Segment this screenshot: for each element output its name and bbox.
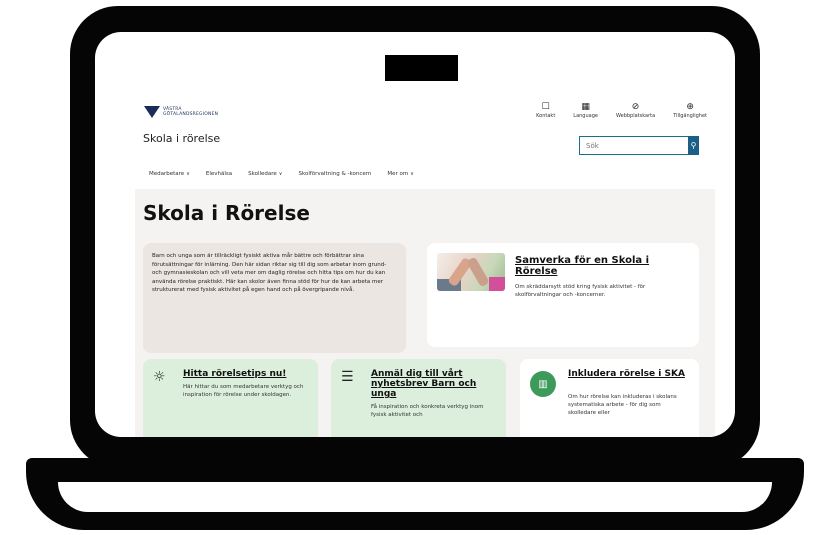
logo-mark-icon	[144, 106, 160, 118]
card-ska[interactable]: ▥ Inkludera rörelse i SKA Om hur rörelse…	[520, 359, 699, 437]
feature-card[interactable]: Samverka för en Skola i Rörelse Om skräd…	[427, 243, 699, 347]
card-nyhetsbrev[interactable]: ☰ Anmäl dig till vårt nyhetsbrev Barn oc…	[331, 359, 506, 437]
site-title[interactable]: Skola i rörelse	[143, 132, 220, 145]
logo-text-line-2: GÖTALANDSREGIONEN	[163, 112, 219, 117]
chevron-down-icon: ∨	[186, 171, 190, 177]
vgr-logo[interactable]: VÄSTRA GÖTALANDSREGIONEN	[144, 106, 218, 118]
main-nav: Medarbetare ∨ Elevhälsa Skolledare ∨ Skolf…	[149, 171, 414, 177]
nav-label: Medarbetare	[149, 171, 185, 177]
utility-label: Kontakt	[536, 113, 556, 119]
card-heading-link[interactable]: Hitta rörelsetips nu!	[183, 369, 308, 379]
card-rorelsetips[interactable]: ☼ Hitta rörelsetips nu! Här hittar du so…	[143, 359, 318, 437]
search-bar: ⚲	[579, 136, 699, 155]
card-heading-link[interactable]: Anmäl dig till vårt nyhetsbrev Barn och …	[371, 369, 496, 399]
sitemap-icon: ⊘	[631, 102, 640, 112]
utility-label: Language	[573, 113, 598, 119]
nav-label: Mer om	[387, 171, 409, 177]
utility-contact[interactable]: ☐ Kontakt	[536, 101, 555, 119]
contact-icon: ☐	[541, 102, 550, 112]
utility-nav: ☐ Kontakt ▦ Language ⊘ Webbplatskarta ⊕ …	[536, 101, 707, 119]
nav-label: Elevhälsa	[205, 171, 233, 177]
nav-label: Skolledare	[248, 171, 277, 177]
chevron-down-icon: ∨	[410, 171, 414, 177]
chevron-down-icon: ∨	[278, 171, 283, 177]
nav-item-skolledare[interactable]: Skolledare ∨	[248, 171, 282, 177]
card-text: Om hur rörelse kan inkluderas i skolans …	[568, 394, 677, 416]
nav-item-mer-om[interactable]: Mer om ∨	[387, 171, 414, 177]
nav-item-elevhalsa[interactable]: Elevhälsa	[206, 171, 232, 177]
main-content: Skola i Rörelse Barn och unga som är til…	[135, 189, 715, 437]
page-title: Skola i Rörelse	[143, 201, 310, 225]
search-icon: ⚲	[690, 141, 697, 150]
card-text: Få inspiration och konkreta verktyg inom…	[371, 404, 484, 418]
lightbulb-icon: ☼	[153, 369, 166, 385]
utility-accessibility[interactable]: ⊕ Tillgänglighet	[673, 101, 707, 119]
language-icon: ▦	[581, 102, 590, 112]
utility-sitemap[interactable]: ⊘ Webbplatskarta	[616, 101, 655, 119]
newsletter-icon: ☰	[341, 369, 354, 385]
laptop-base-cutout	[58, 482, 772, 512]
utility-label: Webbplatskarta	[615, 113, 656, 119]
search-button[interactable]: ⚲	[688, 136, 699, 155]
feature-image	[437, 253, 505, 291]
utility-label: Tillgänglighet	[673, 113, 707, 119]
laptop-screen: VÄSTRA GÖTALANDSREGIONEN Skola i rörelse…	[95, 32, 735, 437]
accessibility-icon: ⊕	[686, 102, 694, 112]
utility-language[interactable]: ▦ Language	[573, 101, 598, 119]
chart-icon: ▥	[530, 371, 556, 397]
search-input[interactable]	[579, 136, 688, 155]
card-text: Här hittar du som medarbetare verktyg oc…	[183, 384, 304, 398]
feature-text: Om skräddarsytt stöd kring fysisk aktivi…	[515, 284, 646, 298]
card-heading-link[interactable]: Inkludera rörelse i SKA	[568, 369, 688, 379]
nav-item-medarbetare[interactable]: Medarbetare ∨	[149, 171, 190, 177]
camera-notch	[385, 55, 458, 81]
feature-heading-link[interactable]: Samverka för en Skola i Rörelse	[515, 255, 690, 277]
nav-item-skolforvaltning[interactable]: Skolförvaltning & -koncern	[298, 171, 371, 177]
nav-label: Skolförvaltning & -koncern	[298, 171, 372, 177]
intro-box: Barn och unga som är tillräckligt fysisk…	[143, 243, 406, 353]
